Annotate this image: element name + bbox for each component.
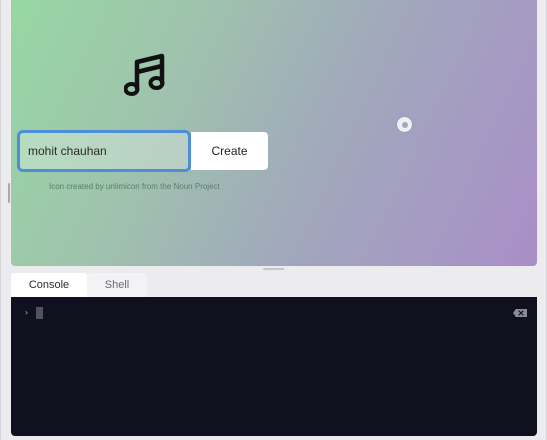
create-button[interactable]: Create: [191, 132, 268, 170]
music-note-icon: [124, 53, 165, 96]
prompt-chevron-icon: ›: [24, 308, 29, 317]
console-panel[interactable]: ›: [11, 297, 537, 436]
webview-preview: Create Icon created by unlimicon from th…: [11, 0, 537, 266]
create-form: Create: [17, 129, 268, 173]
left-resize-handle[interactable]: [8, 183, 10, 203]
tab-shell[interactable]: Shell: [87, 273, 147, 297]
pane-resize-handle[interactable]: [263, 268, 284, 270]
tab-console[interactable]: Console: [11, 273, 87, 297]
bottom-tabs: Console Shell: [11, 273, 147, 297]
settings-dot-icon[interactable]: [397, 117, 412, 132]
icon-attribution: Icon created by unlimicon from the Noun …: [49, 182, 220, 191]
name-input[interactable]: [17, 130, 191, 172]
clear-console-icon[interactable]: [513, 309, 527, 317]
console-cursor: [36, 307, 43, 319]
app-window: Create Icon created by unlimicon from th…: [0, 0, 547, 440]
